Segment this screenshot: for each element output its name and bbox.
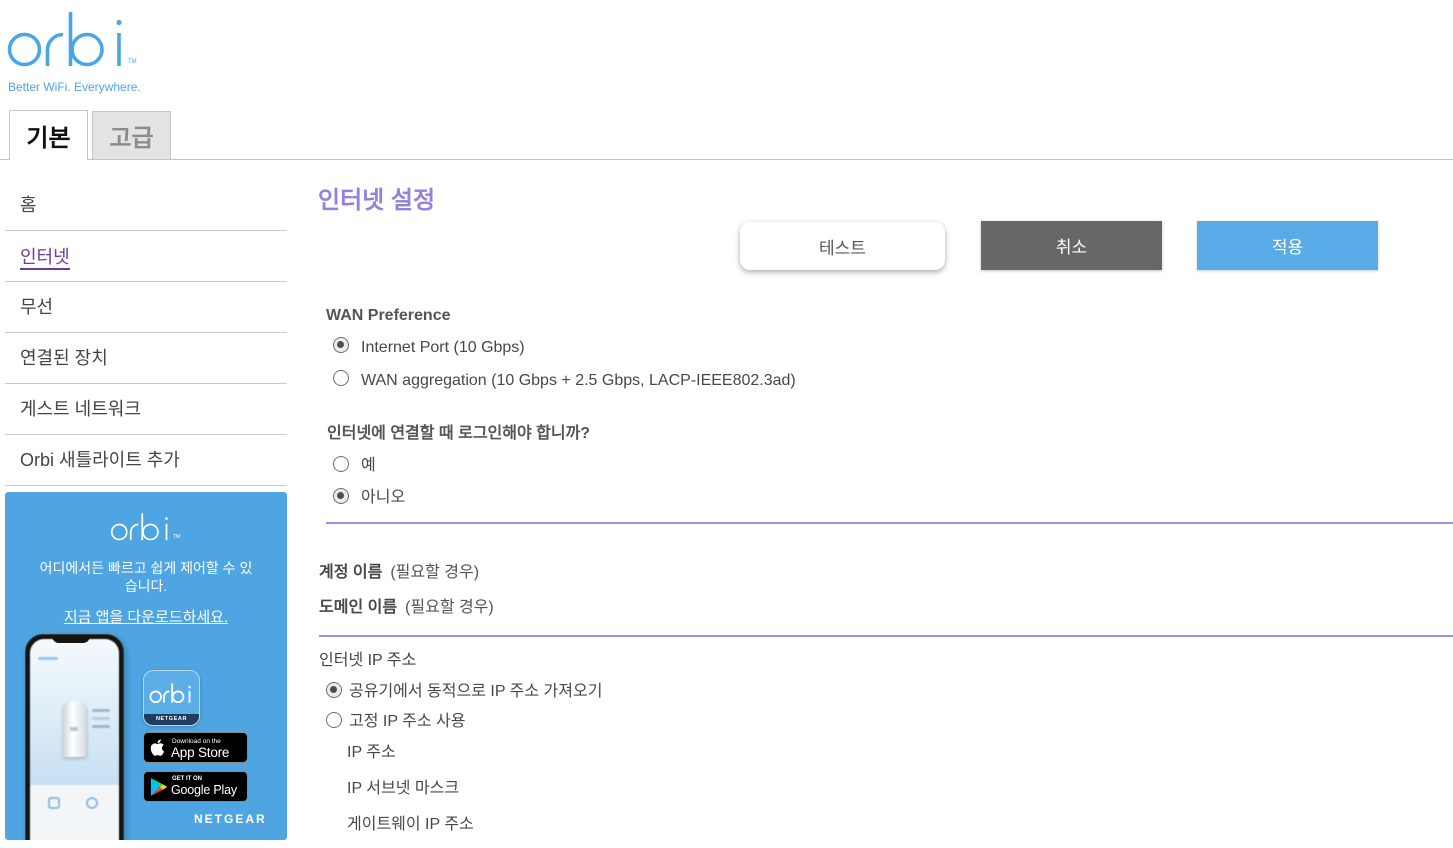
orbi-logo-mark: orbi bbox=[7, 12, 122, 67]
radio-dynamic-ip-label[interactable]: 공유기에서 동적으로 IP 주소 가져오기 bbox=[349, 682, 602, 702]
apple-icon bbox=[150, 739, 165, 756]
orbi-device-image bbox=[62, 701, 86, 757]
radio-login-no-label[interactable]: 아니오 bbox=[361, 488, 405, 508]
logo-trademark: TM bbox=[128, 59, 137, 65]
google-play-badge[interactable]: GET IT ON Google Play bbox=[143, 771, 248, 802]
sidebar: 홈 인터넷 무선 연결된 장치 게스트 네트워크 Orbi 새틀라이트 추가 bbox=[5, 180, 287, 486]
brand-tagline: Better WiFi. Everywhere. bbox=[8, 80, 141, 94]
account-name-hint: (필요할 경우) bbox=[390, 564, 480, 581]
radio-wan-aggregation[interactable] bbox=[333, 370, 349, 386]
network-map-icon bbox=[86, 797, 98, 809]
netgear-brand: NETGEAR bbox=[194, 812, 267, 826]
device-manager-icon bbox=[48, 797, 60, 809]
app-store-small-text: Download on the bbox=[172, 738, 221, 745]
domain-name-hint: (필요할 경우) bbox=[405, 599, 494, 616]
domain-name-row: 도메인 이름 (필요할 경우) bbox=[319, 598, 494, 618]
sidebar-item-home[interactable]: 홈 bbox=[5, 180, 287, 231]
sidebar-item-attached-devices[interactable]: 연결된 장치 bbox=[5, 333, 287, 384]
apply-button[interactable]: 적용 bbox=[1197, 221, 1378, 270]
radio-internet-port[interactable] bbox=[333, 337, 349, 353]
radio-login-no[interactable] bbox=[333, 488, 349, 504]
radio-dynamic-ip[interactable] bbox=[326, 682, 342, 698]
cancel-button[interactable]: 취소 bbox=[981, 221, 1162, 270]
sidebar-item-label: 연결된 장치 bbox=[20, 348, 108, 368]
test-button[interactable]: 테스트 bbox=[740, 222, 945, 270]
phone-status-lines bbox=[92, 709, 110, 712]
domain-name-label: 도메인 이름 bbox=[319, 599, 398, 616]
radio-static-ip-label[interactable]: 고정 IP 주소 사용 bbox=[349, 712, 465, 732]
google-play-small-text: GET IT ON bbox=[172, 776, 202, 782]
orbi-logo: orbi TM bbox=[0, 0, 145, 75]
app-promo-banner: orbi TM 어디에서든 빠르고 쉽게 제어할 수 있습니다. 지금 앱을 다… bbox=[5, 492, 287, 840]
phone-screen bbox=[30, 639, 119, 840]
app-store-badge[interactable]: Download on the App Store bbox=[143, 732, 248, 763]
google-play-large-text: Google Play bbox=[171, 783, 237, 797]
promo-orbi-logo: orbi bbox=[110, 513, 168, 541]
app-download-link[interactable]: 지금 앱을 다운로드하세요. bbox=[5, 609, 287, 627]
subnet-mask-label: IP 서브넷 마스크 bbox=[347, 780, 460, 797]
section-divider bbox=[326, 522, 1453, 524]
gateway-ip-label: 게이트웨이 IP 주소 bbox=[347, 816, 474, 833]
radio-internet-port-label[interactable]: Internet Port (10 Gbps) bbox=[361, 338, 525, 358]
phone-notch bbox=[52, 635, 90, 643]
promo-description: 어디에서든 빠르고 쉽게 제어할 수 있습니다. bbox=[39, 560, 253, 594]
sidebar-item-label: 게스트 네트워크 bbox=[20, 399, 141, 419]
login-required-question: 인터넷에 연결할 때 로그인해야 합니까? bbox=[327, 425, 591, 442]
sidebar-item-label: 인터넷 bbox=[20, 242, 70, 270]
phone-header-bar bbox=[38, 657, 58, 660]
app-store-large-text: App Store bbox=[171, 745, 230, 760]
account-name-row: 계정 이름 (필요할 경우) bbox=[319, 563, 479, 583]
radio-login-yes-label[interactable]: 예 bbox=[361, 456, 376, 476]
ip-address-label: IP 주소 bbox=[347, 744, 396, 761]
sidebar-item-add-satellite[interactable]: Orbi 새틀라이트 추가 bbox=[5, 435, 287, 486]
phone-illustration bbox=[25, 634, 124, 840]
tab-advanced[interactable]: 고급 bbox=[92, 111, 171, 159]
radio-login-yes[interactable] bbox=[333, 456, 349, 472]
account-name-label: 계정 이름 bbox=[319, 564, 383, 581]
sidebar-item-guest-network[interactable]: 게스트 네트워크 bbox=[5, 384, 287, 435]
sidebar-item-label: Orbi 새틀라이트 추가 bbox=[20, 450, 180, 470]
radio-wan-aggregation-label[interactable]: WAN aggregation (10 Gbps + 2.5 Gbps, LAC… bbox=[361, 371, 796, 391]
app-icon-logo: orbi bbox=[149, 683, 191, 704]
sidebar-item-internet[interactable]: 인터넷 bbox=[5, 231, 287, 282]
phone-dock bbox=[30, 785, 119, 840]
section-divider bbox=[319, 635, 1453, 637]
orbi-app-icon: orbi NETGEAR bbox=[143, 670, 200, 726]
app-icon-brand: NETGEAR bbox=[144, 714, 199, 725]
radio-static-ip[interactable] bbox=[326, 712, 342, 728]
tab-basic[interactable]: 기본 bbox=[9, 110, 88, 160]
sidebar-item-label: 무선 bbox=[20, 297, 54, 317]
wan-preference-heading: WAN Preference bbox=[326, 307, 451, 324]
tab-bar-divider bbox=[0, 159, 1453, 160]
internet-ip-heading: 인터넷 IP 주소 bbox=[319, 652, 417, 669]
page-title: 인터넷 설정 bbox=[318, 187, 436, 214]
google-play-icon bbox=[150, 778, 167, 796]
sidebar-item-wireless[interactable]: 무선 bbox=[5, 282, 287, 333]
sidebar-item-label: 홈 bbox=[20, 195, 37, 215]
promo-logo-trademark: TM bbox=[173, 534, 181, 540]
